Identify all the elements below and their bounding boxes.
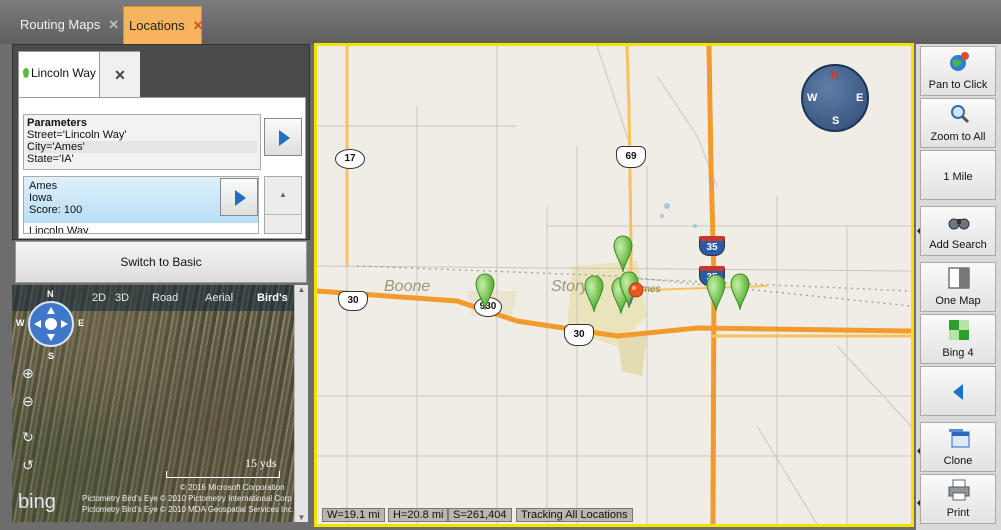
view-aerial[interactable]: Aerial (205, 292, 233, 304)
status-width: W=19.1 mi (322, 508, 385, 522)
copyright-text: Pictometry Bird's Eye © 2010 MDA Geospat… (82, 505, 294, 514)
scale-label: 15 yds (245, 456, 277, 470)
param-city: City='Ames' (27, 141, 257, 153)
route-shield: 69 (616, 146, 646, 168)
zoom-in-icon[interactable]: ⊕ (20, 365, 36, 381)
button-label: Pan to Click (928, 79, 988, 91)
place-label-boone: Boone (384, 278, 431, 295)
route-shield: 30 (564, 324, 594, 346)
main-map[interactable]: Boone Story Ames 17 69 30 930 30 35 35 N… (314, 43, 914, 527)
one-map-icon (948, 267, 970, 289)
button-label: 1 Mile (943, 171, 973, 183)
scroll-down-icon[interactable]: ▼ (295, 513, 308, 522)
compass-west-label: W (807, 92, 818, 104)
aerial-map[interactable]: 2D 3D Road Aerial Bird's N E S W ⊕ ⊖ ↻ ↺… (12, 285, 308, 522)
copyright-text: Pictometry Bird's Eye © 2010 Pictometry … (82, 494, 292, 503)
button-label: Zoom to All (930, 131, 986, 143)
list-item[interactable]: Lincoln Way (24, 223, 258, 233)
compass-south-label: S (48, 351, 55, 361)
scroll-up-icon[interactable]: ▲ (265, 177, 301, 215)
close-icon[interactable]: ✕ (193, 18, 204, 33)
add-search-button[interactable]: Add Search (920, 206, 996, 256)
bing-four-icon (949, 320, 969, 340)
compass-arrows-icon (34, 307, 68, 341)
clone-window-icon (949, 429, 970, 448)
map-pin-icon (23, 68, 29, 78)
result-scrollbar[interactable]: ▲ (264, 176, 302, 234)
interstate-shield: 35 (699, 266, 725, 286)
go-to-result-button[interactable] (220, 178, 258, 216)
location-tab-label: Lincoln Way (31, 66, 96, 80)
rotate-left-icon[interactable]: ↺ (20, 457, 36, 473)
compass-south-label: S (832, 115, 840, 127)
tab-routing-maps[interactable]: Routing Maps ✕ (8, 6, 129, 44)
print-button[interactable]: Print (920, 474, 996, 524)
run-search-button[interactable] (264, 118, 302, 156)
location-panel: Lincoln Way ✕ Parameters Street='Lincoln… (12, 44, 310, 240)
location-tab[interactable]: Lincoln Way ✕ (18, 51, 140, 99)
route-shield: 17 (335, 149, 365, 169)
zoom-out-icon[interactable]: ⊖ (20, 393, 36, 409)
bing-four-button[interactable]: Bing 4 (920, 314, 996, 364)
status-tracking: Tracking All Locations (516, 508, 633, 522)
place-label-story: Story (551, 278, 589, 295)
aerial-scrollbar[interactable]: ▲ ▼ (294, 285, 308, 522)
one-map-button[interactable]: One Map (920, 262, 996, 312)
compass-north-label: N (47, 289, 54, 299)
param-street: Street='Lincoln Way' (27, 129, 127, 141)
magnifier-icon (951, 105, 970, 124)
parameters-box: Parameters Street='Lincoln Way' City='Am… (23, 114, 261, 170)
tab-label: Routing Maps (20, 17, 101, 32)
view-2d[interactable]: 2D (92, 292, 106, 304)
pan-to-click-button[interactable]: Pan to Click (920, 46, 996, 96)
pan-compass-icon[interactable]: N E S W (16, 289, 84, 361)
button-label: Print (946, 507, 970, 519)
close-icon: ✕ (114, 67, 126, 83)
button-label: One Map (935, 295, 981, 307)
status-height: H=20.8 mi (388, 508, 449, 522)
button-label: Bing 4 (942, 347, 974, 359)
result-list[interactable]: Ames Iowa Score: 100 Lincoln Way (23, 176, 259, 234)
globe-pan-icon (950, 52, 969, 71)
copyright-text: © 2016 Microsoft Corporation (180, 483, 285, 492)
collapse-panel-button[interactable] (920, 366, 996, 416)
compass-east-label: E (78, 318, 85, 328)
param-state: State='IA' (27, 153, 74, 165)
view-birds-eye[interactable]: Bird's (257, 292, 288, 304)
switch-to-basic-button[interactable]: Switch to Basic (15, 241, 307, 283)
location-details: Parameters Street='Lincoln Way' City='Am… (18, 97, 306, 239)
tab-locations[interactable]: Locations ✕ (123, 6, 204, 44)
bing-logo: bing (18, 491, 56, 513)
tab-label: Locations (129, 18, 185, 33)
one-mile-button[interactable]: 1 Mile (920, 150, 996, 200)
scale-bar (166, 471, 280, 478)
parameters-title: Parameters (27, 117, 87, 129)
right-toolbar: Pan to Click Zoom to All 1 Mile Add Sear… (916, 44, 1001, 530)
scroll-up-icon[interactable]: ▲ (295, 285, 308, 294)
route-shield: 930 (474, 297, 502, 317)
interstate-shield: 35 (699, 236, 725, 256)
view-road[interactable]: Road (152, 292, 178, 304)
rotate-right-icon[interactable]: ↻ (20, 429, 36, 445)
place-label-ames: Ames (635, 284, 661, 295)
view-3d[interactable]: 3D (115, 292, 129, 304)
collapse-left-icon (953, 384, 963, 400)
printer-icon (948, 479, 970, 501)
compass-west-label: W (16, 318, 25, 328)
compass-north-label: N (831, 70, 839, 82)
zoom-to-all-button[interactable]: Zoom to All (920, 98, 996, 148)
button-label: Add Search (929, 239, 987, 251)
top-tab-bar: Routing Maps ✕ Locations ✕ (0, 0, 1001, 44)
close-icon[interactable]: ✕ (108, 17, 119, 32)
status-scale: S=261,404 (448, 508, 512, 522)
compass-rose-icon[interactable]: N E S W (801, 64, 869, 132)
route-shield: 30 (338, 291, 368, 311)
clone-button[interactable]: Clone (920, 422, 996, 472)
button-label: Clone (943, 455, 973, 467)
binoculars-icon (948, 218, 970, 230)
compass-east-label: E (856, 92, 864, 104)
close-location-tab-button[interactable]: ✕ (99, 52, 140, 98)
